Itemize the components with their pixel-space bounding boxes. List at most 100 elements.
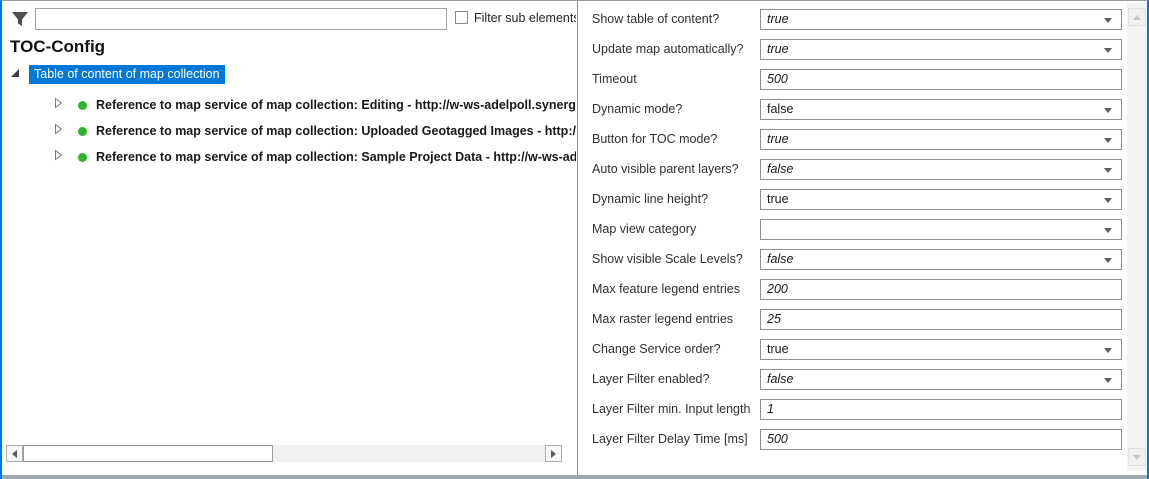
filter-sub-elements-checkbox[interactable]	[455, 11, 468, 24]
dropdown-value: true	[767, 12, 789, 26]
vertical-scrollbar[interactable]	[1127, 3, 1147, 471]
dropdown-value: true	[767, 192, 789, 206]
status-dot-icon	[78, 153, 87, 162]
prop-label: Map view category	[592, 222, 760, 236]
horizontal-scrollbar[interactable]	[6, 445, 562, 462]
prop-row-layer-filter-delay-time: Layer Filter Delay Time [ms]	[578, 424, 1127, 454]
prop-row-timeout: Timeout	[578, 64, 1127, 94]
collapse-arrow-icon[interactable]	[10, 65, 20, 83]
prop-label: Layer Filter enabled?	[592, 372, 760, 386]
prop-row-change-service-order: Change Service order? true	[578, 334, 1127, 364]
dropdown-arrow-icon[interactable]	[1104, 228, 1112, 233]
expand-arrow-icon[interactable]	[54, 96, 63, 114]
window-bottom-edge	[2, 475, 1147, 479]
prop-row-dynamic-mode: Dynamic mode? false	[578, 94, 1127, 124]
dropdown-value: true	[767, 42, 789, 56]
prop-label: Auto visible parent layers?	[592, 162, 760, 176]
tree-node-geotagged[interactable]: Reference to map service of map collecti…	[54, 123, 576, 139]
expand-arrow-icon[interactable]	[54, 148, 63, 166]
prop-row-map-view-category: Map view category	[578, 214, 1127, 244]
tree-root-node[interactable]: Table of content of map collection	[10, 65, 225, 83]
tree-panel: Filter sub elements TOC-Config Table of …	[2, 1, 576, 471]
tree-node-sample-project[interactable]: Reference to map service of map collecti…	[54, 149, 576, 165]
expand-arrow-icon[interactable]	[54, 122, 63, 140]
prop-row-show-table-of-content: Show table of content? true	[578, 4, 1127, 34]
prop-row-layer-filter-enabled: Layer Filter enabled? false	[578, 364, 1127, 394]
page-title: TOC-Config	[10, 37, 105, 57]
button-for-toc-mode-dropdown[interactable]: true	[760, 129, 1122, 150]
update-map-automatically-dropdown[interactable]: true	[760, 39, 1122, 60]
prop-label: Change Service order?	[592, 342, 760, 356]
toc-config-window: Filter sub elements TOC-Config Table of …	[0, 0, 1149, 479]
tree-filter-input[interactable]	[35, 8, 447, 30]
show-table-of-content-dropdown[interactable]: true	[760, 9, 1122, 30]
timeout-input[interactable]	[767, 72, 1101, 86]
prop-row-auto-visible-parent-layers: Auto visible parent layers? false	[578, 154, 1127, 184]
prop-row-update-map-automatically: Update map automatically? true	[578, 34, 1127, 64]
prop-label: Dynamic mode?	[592, 102, 760, 116]
max-feature-legend-entries-input[interactable]	[767, 282, 1101, 296]
show-visible-scale-levels-dropdown[interactable]: false	[760, 249, 1122, 270]
map-view-category-dropdown[interactable]	[760, 219, 1122, 240]
dropdown-value: true	[767, 132, 789, 146]
dropdown-arrow-icon[interactable]	[1104, 258, 1112, 263]
dropdown-value: false	[767, 252, 793, 266]
prop-label: Dynamic line height?	[592, 192, 760, 206]
dynamic-line-height-dropdown[interactable]: true	[760, 189, 1122, 210]
horizontal-scrollbar-thumb[interactable]	[23, 445, 273, 462]
prop-row-max-feature-legend-entries: Max feature legend entries	[578, 274, 1127, 304]
dropdown-value: false	[767, 162, 793, 176]
prop-row-dynamic-line-height: Dynamic line height? true	[578, 184, 1127, 214]
max-raster-legend-entries-input-wrap[interactable]	[760, 309, 1122, 330]
prop-label: Max feature legend entries	[592, 282, 760, 296]
dynamic-mode-dropdown[interactable]: false	[760, 99, 1122, 120]
layer-filter-enabled-dropdown[interactable]: false	[760, 369, 1122, 390]
dropdown-arrow-icon[interactable]	[1104, 198, 1112, 203]
auto-visible-parent-layers-dropdown[interactable]: false	[760, 159, 1122, 180]
status-dot-icon	[78, 101, 87, 110]
scroll-right-icon[interactable]	[545, 445, 562, 462]
tree-node-editing[interactable]: Reference to map service of map collecti…	[54, 97, 576, 113]
dropdown-value: false	[767, 102, 793, 116]
prop-label: Layer Filter Delay Time [ms]	[592, 432, 760, 446]
prop-row-show-visible-scale-levels: Show visible Scale Levels? false	[578, 244, 1127, 274]
dropdown-arrow-icon[interactable]	[1104, 348, 1112, 353]
prop-row-layer-filter-min-input-length: Layer Filter min. Input length	[578, 394, 1127, 424]
scroll-left-icon[interactable]	[6, 445, 23, 462]
prop-label: Show table of content?	[592, 12, 760, 26]
prop-label: Show visible Scale Levels?	[592, 252, 760, 266]
prop-label: Button for TOC mode?	[592, 132, 760, 146]
prop-label: Update map automatically?	[592, 42, 760, 56]
dropdown-arrow-icon[interactable]	[1104, 378, 1112, 383]
max-raster-legend-entries-input[interactable]	[767, 312, 1101, 326]
dropdown-arrow-icon[interactable]	[1104, 48, 1112, 53]
tree-root-label[interactable]: Table of content of map collection	[29, 65, 225, 84]
dropdown-arrow-icon[interactable]	[1104, 168, 1112, 173]
layer-filter-delay-time-input[interactable]	[767, 432, 1101, 446]
tree-node-label[interactable]: Reference to map service of map collecti…	[96, 98, 576, 112]
prop-row-max-raster-legend-entries: Max raster legend entries	[578, 304, 1127, 334]
change-service-order-dropdown[interactable]: true	[760, 339, 1122, 360]
tree-node-label[interactable]: Reference to map service of map collecti…	[96, 124, 576, 138]
tree-node-label[interactable]: Reference to map service of map collecti…	[96, 150, 576, 164]
layer-filter-min-input-length-input-wrap[interactable]	[760, 399, 1122, 420]
dropdown-value: false	[767, 372, 793, 386]
scroll-up-icon[interactable]	[1128, 8, 1146, 26]
scroll-down-icon[interactable]	[1128, 448, 1146, 466]
prop-label: Max raster legend entries	[592, 312, 760, 326]
timeout-input-wrap[interactable]	[760, 69, 1122, 90]
dropdown-arrow-icon[interactable]	[1104, 138, 1112, 143]
prop-label: Layer Filter min. Input length	[592, 402, 760, 416]
prop-row-button-for-toc-mode: Button for TOC mode? true	[578, 124, 1127, 154]
layer-filter-delay-time-input-wrap[interactable]	[760, 429, 1122, 450]
dropdown-arrow-icon[interactable]	[1104, 108, 1112, 113]
dropdown-arrow-icon[interactable]	[1104, 18, 1112, 23]
status-dot-icon	[78, 127, 87, 136]
properties-panel: Show table of content? true Update map a…	[578, 4, 1127, 454]
filter-icon	[10, 9, 30, 29]
filter-sub-elements-label[interactable]: Filter sub elements	[474, 11, 576, 25]
dropdown-value: true	[767, 342, 789, 356]
max-feature-legend-entries-input-wrap[interactable]	[760, 279, 1122, 300]
prop-label: Timeout	[592, 72, 760, 86]
layer-filter-min-input-length-input[interactable]	[767, 402, 1101, 416]
